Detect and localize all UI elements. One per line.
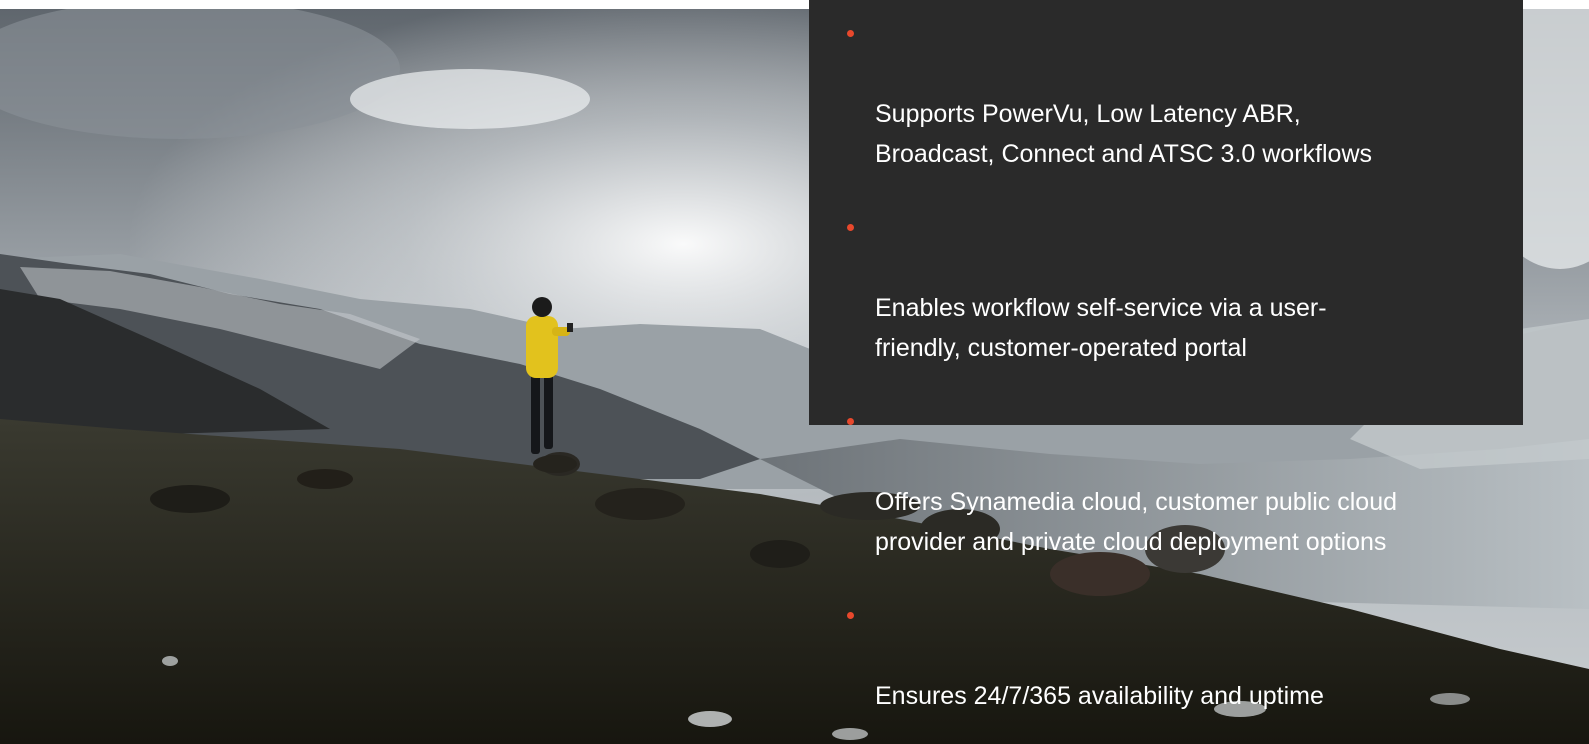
feature-item: Supports PowerVu, Low Latency ABR, Broad… — [847, 14, 1503, 174]
bullet-dot-icon — [847, 30, 854, 37]
feature-text: Enables workflow self-service via a user… — [875, 294, 1327, 362]
feature-text: Ensures 24/7/365 availability and uptime — [875, 682, 1324, 710]
feature-item: Offers Synamedia cloud, customer public … — [847, 402, 1503, 562]
bullet-dot-icon — [847, 224, 854, 231]
feature-text: Offers Synamedia cloud, customer public … — [875, 488, 1398, 556]
feature-item: Ensures 24/7/365 availability and uptime — [847, 596, 1503, 716]
bullet-dot-icon — [847, 612, 854, 619]
feature-item: Enables workflow self-service via a user… — [847, 208, 1503, 368]
bullet-dot-icon — [847, 418, 854, 425]
feature-list: Supports PowerVu, Low Latency ABR, Broad… — [847, 14, 1503, 716]
features-panel: Supports PowerVu, Low Latency ABR, Broad… — [809, 0, 1523, 710]
feature-text: Supports PowerVu, Low Latency ABR, Broad… — [875, 100, 1372, 168]
